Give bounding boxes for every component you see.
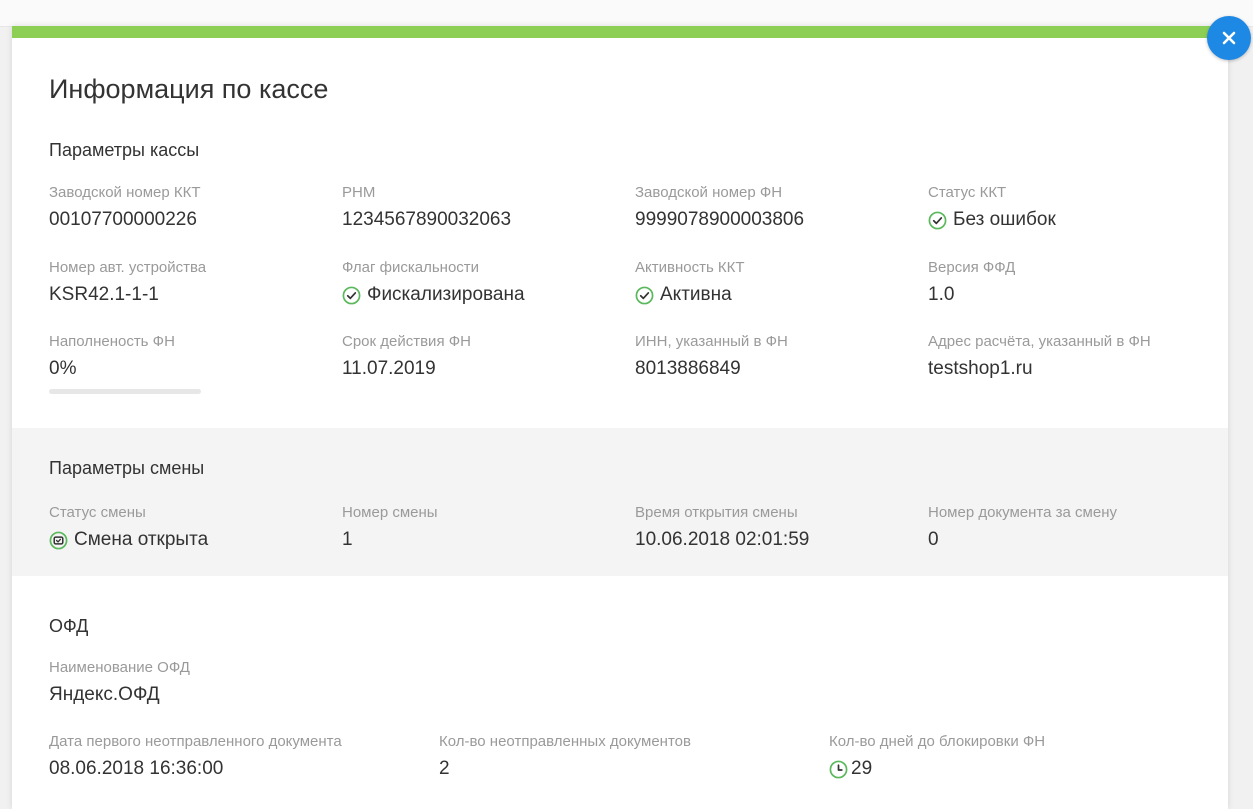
field-value: 00107700000226 [49, 209, 197, 230]
field-shift-number: Номер смены 1 [342, 504, 438, 551]
section-heading: Параметры кассы [49, 140, 200, 160]
field-fn-fill: Наполненость ФН 0% [49, 333, 201, 394]
field-label: Срок действия ФН [342, 333, 471, 350]
check-circle-icon [635, 286, 654, 305]
shift-params-section: Параметры смены Статус смены Смена откры… [12, 428, 1228, 576]
field-label: Статус смены [49, 504, 146, 521]
shift-open-icon [49, 531, 68, 550]
field-value: KSR42.1-1-1 [49, 284, 159, 305]
field-label: РНМ [342, 184, 376, 201]
close-icon [1221, 30, 1237, 46]
field-kkt-activity: Активность ККТ Активна [635, 259, 745, 306]
field-fiscal-flag: Флаг фискальности Фискализирована [342, 259, 525, 306]
field-rnm: РНМ 1234567890032063 [342, 184, 511, 231]
field-value: 1.0 [928, 284, 955, 305]
field-value: 1234567890032063 [342, 209, 512, 230]
field-factory-number-fn: Заводской номер ФН 9999078900003806 [635, 184, 804, 231]
field-first-unsent-document-date: Дата первого неотправленного документа 0… [49, 733, 342, 780]
field-label: ИНН, указанный в ФН [635, 333, 788, 350]
field-auto-device-number: Номер авт. устройства KSR42.1-1-1 [49, 259, 206, 306]
field-value: 10.06.2018 02:01:59 [635, 529, 810, 550]
field-label: Активность ККТ [635, 259, 745, 276]
field-label: Версия ФФД [928, 259, 1016, 276]
field-value: 9999078900003806 [635, 209, 805, 230]
field-value: 29 [851, 758, 873, 779]
field-label: Адрес расчёта, указанный в ФН [928, 333, 1151, 350]
section-heading: ОФД [49, 616, 89, 636]
check-circle-icon [928, 211, 947, 230]
cash-register-info-modal: Информация по кассе Параметры кассы Заво… [12, 26, 1228, 809]
field-ffd-version: Версия ФФД 1.0 [928, 259, 1015, 306]
field-label: Дата первого неотправленного документа [49, 733, 342, 750]
field-value: 8013886849 [635, 358, 741, 379]
field-label: Заводской номер ФН [635, 184, 783, 201]
modal-title: Информация по кассе [49, 74, 329, 104]
field-value: 2 [439, 758, 450, 779]
field-label: Номер смены [342, 504, 438, 521]
field-ofd-name: Наименование ОФД Яндекс.ОФД [49, 659, 190, 706]
field-value: Яндекс.ОФД [49, 684, 160, 705]
field-settlement-address: Адрес расчёта, указанный в ФН testshop1.… [928, 333, 1151, 380]
clock-icon [829, 760, 848, 779]
field-value: Смена открыта [74, 529, 209, 550]
field-inn: ИНН, указанный в ФН 8013886849 [635, 333, 788, 380]
field-label: Время открытия смены [635, 504, 798, 521]
field-shift-document-number: Номер документа за смену 0 [928, 504, 1117, 551]
field-label: Кол-во дней до блокировки ФН [829, 733, 1046, 750]
field-label: Номер авт. устройства [49, 259, 207, 276]
page-backdrop [0, 0, 1253, 27]
field-value: 0% [49, 358, 77, 379]
field-value: testshop1.ru [928, 358, 1033, 379]
field-label: Статус ККТ [928, 184, 1007, 201]
check-circle-icon [342, 286, 361, 305]
close-button[interactable] [1207, 16, 1251, 60]
field-factory-number-kkt: Заводской номер ККТ 00107700000226 [49, 184, 201, 231]
field-unsent-documents-count: Кол-во неотправленных документов 2 [439, 733, 691, 780]
field-days-until-fn-block: Кол-во дней до блокировки ФН 29 [829, 733, 1045, 780]
section-heading: Параметры смены [49, 458, 205, 478]
field-label: Заводской номер ККТ [49, 184, 201, 201]
field-shift-status: Статус смены Смена открыта [49, 504, 208, 551]
field-label: Наполненость ФН [49, 333, 175, 350]
modal-accent-bar [12, 26, 1228, 38]
field-value: Фискализирована [367, 284, 525, 305]
field-label: Кол-во неотправленных документов [439, 733, 691, 750]
field-fn-expiry: Срок действия ФН 11.07.2019 [342, 333, 471, 380]
field-value: 1 [342, 529, 353, 550]
field-value: 08.06.2018 16:36:00 [49, 758, 224, 779]
field-label: Номер документа за смену [928, 504, 1117, 521]
fn-fill-progress-bar [49, 389, 201, 394]
ofd-section: ОФД Наименование ОФД Яндекс.ОФД Дата пер… [12, 576, 1228, 809]
field-label: Наименование ОФД [49, 659, 190, 676]
field-value: Активна [660, 284, 732, 305]
field-label: Флаг фискальности [342, 259, 480, 276]
field-kkt-status: Статус ККТ Без ошибок [928, 184, 1056, 231]
kassa-params-section: Параметры кассы Заводской номер ККТ 0010… [12, 126, 1228, 428]
field-value: 11.07.2019 [342, 358, 436, 379]
field-value: 0 [928, 529, 939, 550]
field-value: Без ошибок [953, 209, 1056, 230]
field-shift-open-time: Время открытия смены 10.06.2018 02:01:59 [635, 504, 809, 551]
